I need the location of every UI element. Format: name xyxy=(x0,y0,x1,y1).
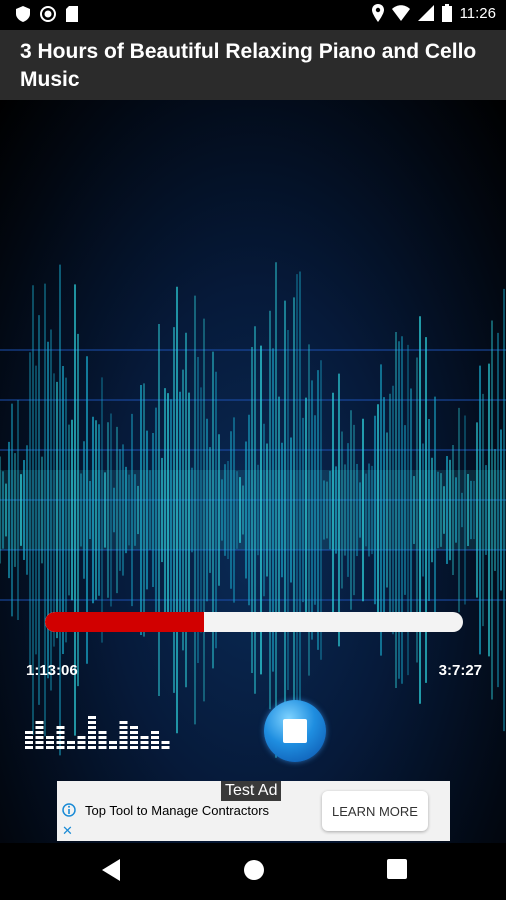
status-bar: 11:26 xyxy=(0,0,506,30)
status-icons-left xyxy=(16,6,78,22)
battery-icon xyxy=(441,4,452,22)
equalizer-icon xyxy=(25,716,170,749)
page-title: 3 Hours of Beautiful Relaxing Piano and … xyxy=(20,40,477,91)
navigation-bar xyxy=(0,843,506,900)
stop-button[interactable] xyxy=(264,700,326,762)
ad-info-icon[interactable] xyxy=(62,803,76,817)
recents-icon[interactable] xyxy=(387,859,407,879)
title-bar: 3 Hours of Beautiful Relaxing Piano and … xyxy=(0,30,506,100)
stop-icon xyxy=(283,719,307,743)
elapsed-time: 1:13:06 xyxy=(26,662,78,679)
ad-text: Top Tool to Manage Contractors xyxy=(85,803,270,818)
signal-icon xyxy=(417,5,434,21)
shield-icon xyxy=(16,6,30,22)
ad-label: Test Ad xyxy=(221,781,282,801)
ad-banner[interactable]: Test Ad ✕ Top Tool to Manage Contractors… xyxy=(57,781,450,841)
progress-fill xyxy=(45,612,204,632)
back-icon[interactable] xyxy=(102,859,120,881)
total-time: 3:7:27 xyxy=(438,662,482,679)
location-icon xyxy=(371,4,384,22)
status-icons-right: 11:26 xyxy=(371,4,496,22)
ad-close-icon[interactable]: ✕ xyxy=(62,823,73,839)
sd-card-icon xyxy=(66,6,78,22)
record-icon xyxy=(40,6,56,22)
status-time: 11:26 xyxy=(459,4,496,22)
wifi-icon xyxy=(391,5,410,21)
learn-more-button[interactable]: LEARN MORE xyxy=(322,791,428,831)
progress-bar[interactable] xyxy=(45,612,463,632)
home-icon[interactable] xyxy=(243,859,265,881)
